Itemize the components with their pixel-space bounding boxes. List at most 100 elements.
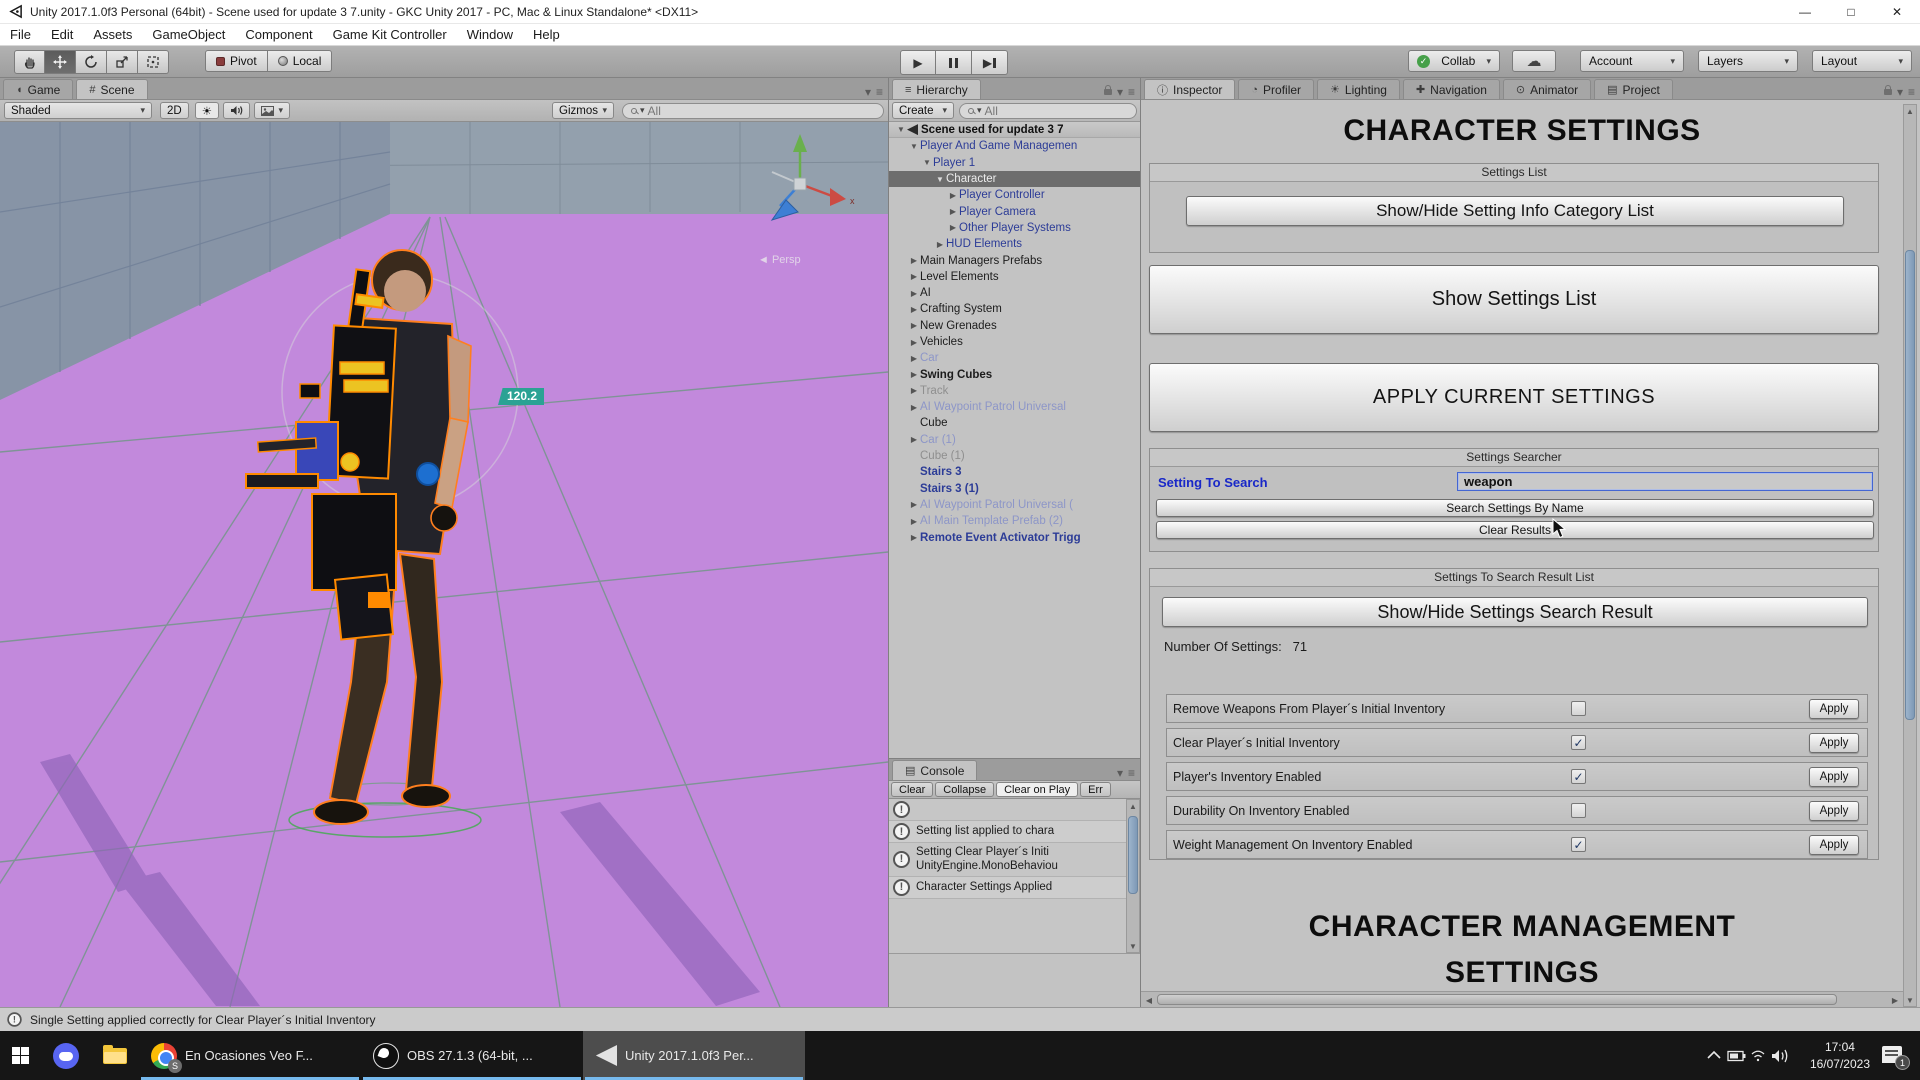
account-dropdown[interactable]: Account ▾ <box>1580 50 1684 72</box>
inspector-tab[interactable]: ☀ Lighting <box>1317 79 1400 99</box>
expand-arrow-icon[interactable]: ▶ <box>947 207 959 216</box>
hierarchy-item[interactable]: ▶ AI Waypoint Patrol Universal ( <box>889 497 1140 513</box>
taskbar-app[interactable]: Unity 2017.1.0f3 Per... <box>583 1031 805 1080</box>
view-tab[interactable]: # Scene <box>76 79 147 99</box>
create-dropdown[interactable]: Create ▾ <box>892 102 954 119</box>
inspector-tab[interactable]: ▤ Project <box>1594 79 1673 99</box>
panel-menu-icon[interactable]: ≡ <box>1128 766 1135 780</box>
2d-toggle-button[interactable]: 2D <box>160 102 189 119</box>
setting-checkbox[interactable] <box>1571 837 1586 852</box>
menu-item[interactable]: GameObject <box>142 27 235 42</box>
step-button[interactable]: ▶ <box>972 50 1008 75</box>
hierarchy-item[interactable]: ▶ Player Controller <box>889 187 1140 203</box>
expand-arrow-icon[interactable]: ▶ <box>908 338 920 347</box>
expand-arrow-icon[interactable]: ▼ <box>908 142 920 151</box>
expand-arrow-icon[interactable]: ▶ <box>934 240 946 249</box>
expand-arrow-icon[interactable]: ▶ <box>908 533 920 542</box>
status-bar[interactable]: Single Setting applied correctly for Cle… <box>0 1007 1920 1031</box>
hierarchy-item[interactable]: Cube <box>889 415 1140 431</box>
taskbar-app[interactable] <box>91 1031 139 1080</box>
hand-tool-button[interactable] <box>14 50 45 74</box>
hierarchy-item[interactable]: ▶ AI <box>889 285 1140 301</box>
menu-item[interactable]: Component <box>235 27 322 42</box>
cloud-services-button[interactable]: ☁ <box>1512 50 1556 72</box>
hierarchy-item[interactable]: ▶ Car <box>889 350 1140 366</box>
collab-dropdown[interactable]: Collab ▾ <box>1408 50 1500 72</box>
console-toolbar-button[interactable]: Err <box>1080 782 1111 797</box>
hierarchy-item[interactable]: ▼ Character <box>889 171 1140 187</box>
tab-hierarchy[interactable]: ≡ Hierarchy <box>892 79 981 99</box>
apply-button[interactable]: Apply <box>1809 733 1859 753</box>
inspector-vertical-scrollbar[interactable]: ▲ ▼ <box>1903 104 1917 1007</box>
scene-viewport[interactable]: x 120.2 ◄ Persp <box>0 122 888 1007</box>
move-tool-button[interactable] <box>45 50 76 74</box>
apply-current-settings-button[interactable]: APPLY CURRENT SETTINGS <box>1149 363 1879 432</box>
console-toolbar-button[interactable]: Collapse <box>935 782 994 797</box>
show-settings-list-button[interactable]: Show Settings List <box>1149 265 1879 334</box>
scroll-up-icon[interactable]: ▲ <box>1127 800 1139 812</box>
hierarchy-item[interactable]: ▶ Level Elements <box>889 269 1140 285</box>
pause-button[interactable] <box>936 50 972 75</box>
taskbar-app[interactable]: En Ocasiones Veo F... <box>139 1031 361 1080</box>
hierarchy-item[interactable]: Stairs 3 <box>889 464 1140 480</box>
panel-menu-caret-icon[interactable]: ▾ <box>1897 85 1903 99</box>
scene-audio-toggle[interactable] <box>223 102 250 119</box>
panel-menu-icon[interactable]: ≡ <box>1128 85 1135 99</box>
expand-arrow-icon[interactable]: ▶ <box>908 289 920 298</box>
show-hide-category-list-button[interactable]: Show/Hide Setting Info Category List <box>1186 196 1844 226</box>
expand-arrow-icon[interactable]: ▼ <box>895 125 907 134</box>
console-log-entry[interactable]: Setting Clear Player´s Initi UnityEngine… <box>889 843 1140 877</box>
console-scrollbar[interactable]: ▲ ▼ <box>1126 799 1140 953</box>
hierarchy-item[interactable]: ▶ Remote Event Activator Trigg <box>889 529 1140 545</box>
scroll-down-icon[interactable]: ▼ <box>1127 940 1139 952</box>
scale-tool-button[interactable] <box>107 50 138 74</box>
expand-arrow-icon[interactable]: ▶ <box>908 256 920 265</box>
layout-dropdown[interactable]: Layout ▾ <box>1812 50 1912 72</box>
expand-arrow-icon[interactable]: ▼ <box>921 158 933 167</box>
show-hide-search-result-button[interactable]: Show/Hide Settings Search Result <box>1162 597 1868 627</box>
panel-menu-caret-icon[interactable]: ▾ <box>865 85 871 99</box>
expand-arrow-icon[interactable]: ▶ <box>908 435 920 444</box>
hierarchy-item[interactable]: Stairs 3 (1) <box>889 481 1140 497</box>
hierarchy-item[interactable]: ▶ Swing Cubes <box>889 366 1140 382</box>
taskbar-app[interactable] <box>41 1031 91 1080</box>
inspector-tab[interactable]: ✚ Navigation <box>1403 79 1500 99</box>
hierarchy-item[interactable]: ▶ AI Main Template Prefab (2) <box>889 513 1140 529</box>
hierarchy-item[interactable]: ▶ New Grenades <box>889 318 1140 334</box>
maximize-button[interactable]: □ <box>1828 0 1874 23</box>
view-tab[interactable]: ◖ Game <box>3 79 73 99</box>
panel-menu-icon[interactable]: ≡ <box>1908 85 1915 99</box>
lock-icon[interactable] <box>1884 89 1892 95</box>
expand-arrow-icon[interactable]: ▶ <box>908 386 920 395</box>
inspector-horizontal-scrollbar[interactable]: ◀ ▶ <box>1141 991 1903 1007</box>
hierarchy-item[interactable]: ▶ Main Managers Prefabs <box>889 252 1140 268</box>
tray-icons[interactable] <box>1704 1045 1800 1067</box>
layers-dropdown[interactable]: Layers ▾ <box>1698 50 1798 72</box>
expand-arrow-icon[interactable]: ▶ <box>908 370 920 379</box>
inspector-tab[interactable]: ⓘ Inspector <box>1144 79 1235 99</box>
shading-mode-dropdown[interactable]: Shaded ▾ <box>4 102 152 119</box>
hierarchy-item[interactable]: ▶ Track <box>889 383 1140 399</box>
hierarchy-item[interactable]: Cube (1) <box>889 448 1140 464</box>
hierarchy-item[interactable]: ▼ Player And Game Managemen <box>889 138 1140 154</box>
apply-button[interactable]: Apply <box>1809 801 1859 821</box>
expand-arrow-icon[interactable]: ▶ <box>908 272 920 281</box>
rect-tool-button[interactable] <box>138 50 169 74</box>
scene-lighting-toggle[interactable]: ☀ <box>195 102 219 119</box>
hierarchy-item[interactable]: ▶ Crafting System <box>889 301 1140 317</box>
menu-item[interactable]: File <box>0 27 41 42</box>
inspector-hscroll-thumb[interactable] <box>1157 994 1837 1005</box>
taskbar-app[interactable] <box>0 1031 41 1080</box>
menu-item[interactable]: Game Kit Controller <box>323 27 457 42</box>
expand-arrow-icon[interactable]: ▶ <box>908 305 920 314</box>
hierarchy-item[interactable]: ▶ Vehicles <box>889 334 1140 350</box>
menu-item[interactable]: Help <box>523 27 570 42</box>
expand-arrow-icon[interactable]: ▶ <box>908 403 920 412</box>
play-button[interactable]: ▶ <box>900 50 936 75</box>
menu-item[interactable]: Edit <box>41 27 83 42</box>
console-scroll-thumb[interactable] <box>1128 816 1138 894</box>
menu-item[interactable]: Window <box>457 27 523 42</box>
lock-icon[interactable] <box>1104 89 1112 95</box>
expand-arrow-icon[interactable]: ▶ <box>947 223 959 232</box>
expand-arrow-icon[interactable]: ▶ <box>947 191 959 200</box>
